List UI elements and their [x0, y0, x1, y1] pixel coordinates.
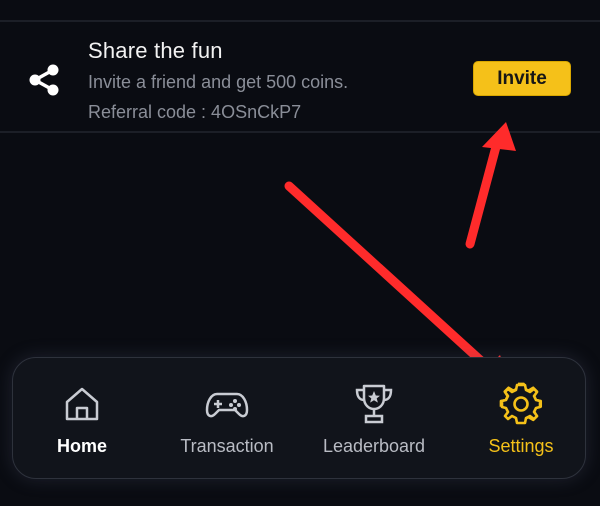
- share-description: Invite a friend and get 500 coins.: [88, 72, 349, 92]
- gear-icon: [499, 382, 543, 425]
- referral-code: Referral code : 4OSnCkP7: [88, 102, 302, 122]
- invite-button[interactable]: Invite: [473, 61, 571, 96]
- nav-item-home[interactable]: Home: [41, 358, 123, 478]
- nav-label-settings: Settings: [488, 436, 554, 456]
- home-icon: [65, 387, 99, 421]
- trophy-icon: [355, 384, 393, 424]
- bottom-divider: [0, 131, 600, 133]
- share-title: Share the fun: [88, 38, 223, 63]
- nav-label-leaderboard: Leaderboard: [322, 436, 426, 456]
- arrow-to-invite: [465, 122, 516, 249]
- top-divider: [0, 20, 600, 22]
- nav-item-transaction[interactable]: Transaction: [167, 358, 287, 478]
- share-icon: [29, 64, 59, 96]
- share-card: Share the fun Invite a friend and get 50…: [0, 24, 600, 132]
- nav-item-leaderboard[interactable]: Leaderboard: [311, 358, 437, 478]
- gamepad-icon: [205, 392, 249, 418]
- bottom-navigation: Home Transaction Leaderboard Settings: [12, 357, 586, 479]
- nav-item-settings[interactable]: Settings: [473, 358, 569, 478]
- nav-label-home: Home: [56, 436, 107, 456]
- nav-label-transaction: Transaction: [180, 436, 274, 456]
